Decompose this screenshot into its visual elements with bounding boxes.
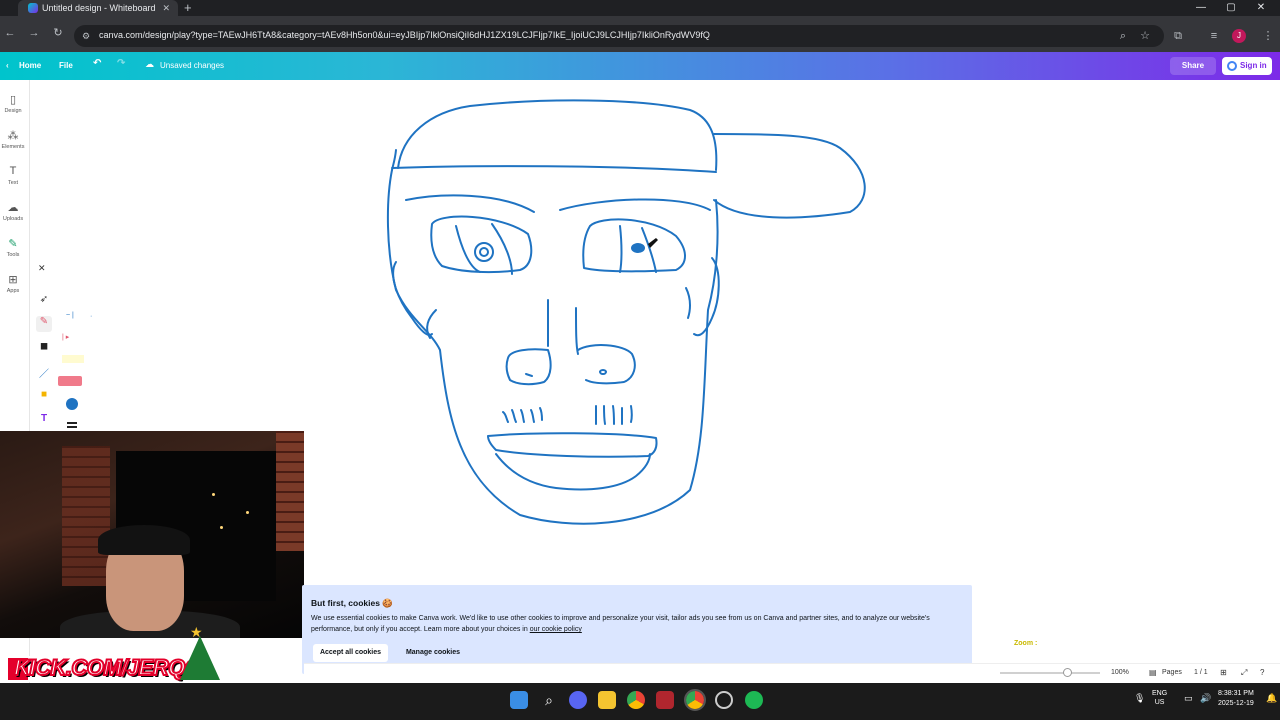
minimize-icon[interactable]: — [1186, 0, 1216, 16]
volume-icon[interactable]: 🔊 [1200, 693, 1211, 704]
kick-overlay-text: KICK.COM/JERQO [13, 654, 203, 681]
maximize-icon[interactable]: ▢ [1216, 0, 1246, 16]
obs-icon[interactable] [715, 691, 733, 709]
help-icon[interactable]: ? [1260, 668, 1264, 677]
notifications-icon[interactable]: 🔔 [1266, 693, 1277, 704]
site-info-icon[interactable]: ⚙ [78, 28, 94, 44]
browser-tab[interactable]: Untitled design - Whiteboard ✕ [18, 0, 178, 16]
sidebar-item-elements[interactable]: ⁂ Elements [0, 129, 26, 150]
chevron-left-icon[interactable]: ‹ [6, 61, 9, 70]
back-icon[interactable]: ← [2, 25, 18, 41]
sidebar-label: Text [7, 180, 19, 186]
accept-cookies-button[interactable]: Accept all cookies [313, 644, 388, 662]
share-button[interactable]: Share [1170, 57, 1216, 75]
close-window-icon[interactable]: ✕ [1246, 0, 1276, 16]
chrome-active-icon[interactable] [684, 689, 706, 711]
zoom-percent[interactable]: 100% [1111, 669, 1129, 676]
voicemod-icon[interactable] [656, 691, 674, 709]
cloud-sync-icon: ☁ [145, 59, 154, 69]
cookie-banner-title: But first, cookies 🍪 [311, 598, 393, 608]
search-icon[interactable]: ⌕ [1115, 28, 1131, 44]
browser-tab-strip [0, 0, 1280, 16]
uploads-icon: ☁ [7, 202, 19, 214]
sidebar-item-tools[interactable]: ✎ Tools [0, 237, 26, 258]
webcam-light [212, 493, 215, 496]
sidebar-label: Design [4, 108, 22, 114]
sidebar-label: Apps [6, 288, 20, 294]
clock-time: 8:38:31 PM [1218, 690, 1254, 697]
taskbar-search-icon[interactable]: ⌕ [540, 691, 558, 709]
webcam-brick-wall-right [276, 431, 304, 551]
reload-icon[interactable]: ↻ [50, 25, 66, 41]
bookmark-star-icon[interactable]: ☆ [1137, 28, 1153, 44]
zoom-widget-label: Zoom : [1014, 640, 1038, 647]
sidebar-item-uploads[interactable]: ☁ Uploads [0, 201, 26, 222]
manage-cookies-button[interactable]: Manage cookies [398, 644, 468, 662]
system-clock[interactable]: 8:38:31 PM 2025-12-19 [1218, 689, 1254, 709]
sidebar-item-design[interactable]: ▯ Design [0, 93, 26, 114]
pages-button[interactable]: Pages [1162, 669, 1182, 676]
region-code: US [1154, 699, 1165, 706]
windows-start-icon[interactable] [510, 691, 528, 709]
discord-icon[interactable] [569, 691, 587, 709]
profile-avatar[interactable]: J [1232, 29, 1246, 43]
webcam-feed [0, 431, 304, 638]
undo-icon[interactable]: ↶ [93, 58, 101, 69]
zoom-widget: Zoom : [1014, 640, 1037, 647]
language-indicator[interactable]: ENG US [1152, 689, 1167, 707]
tools-icon: ✎ [8, 238, 18, 250]
apps-icon: ⊞ [8, 274, 18, 286]
cookie-banner-text: We use essential cookies to make Canva w… [311, 613, 961, 635]
sidebar-item-apps[interactable]: ⊞ Apps [0, 273, 26, 294]
sidebar-label: Uploads [2, 216, 24, 222]
page-count: 1 / 1 [1194, 669, 1208, 676]
sign-in-label: Sign in [1240, 61, 1267, 70]
file-explorer-icon[interactable] [598, 691, 616, 709]
extensions-icon[interactable]: ⧉ [1170, 28, 1186, 44]
sidebar-label: Tools [6, 252, 20, 258]
media-icon[interactable]: ≡ [1206, 28, 1222, 44]
cookie-policy-link[interactable]: our cookie policy [530, 626, 582, 633]
clock-date: 2025-12-19 [1218, 700, 1254, 707]
webcam-light [220, 526, 223, 529]
monitor-icon[interactable]: ▭ [1184, 693, 1193, 704]
canva-favicon-icon [28, 3, 38, 13]
webcam-light [246, 511, 249, 514]
design-icon: ▯ [9, 94, 17, 106]
redo-icon[interactable]: ↷ [117, 58, 125, 69]
google-icon [1227, 61, 1237, 71]
fullscreen-icon[interactable]: ⤢ [1241, 668, 1247, 678]
chrome-icon[interactable] [627, 691, 645, 709]
editor-status-bar [304, 663, 1280, 683]
file-menu-button[interactable]: File [59, 61, 73, 70]
spotify-icon[interactable] [745, 691, 763, 709]
tab-title: Untitled design - Whiteboard [42, 3, 156, 13]
sign-in-button[interactable]: Sign in [1222, 57, 1272, 75]
elements-icon: ⁂ [7, 130, 19, 142]
webcam-brick-wall [62, 446, 110, 586]
microphone-icon[interactable]: 🎙 [1134, 693, 1145, 704]
sidebar-item-text[interactable]: T Text [0, 165, 26, 186]
text-icon: T [9, 165, 17, 177]
zoom-slider-track[interactable] [1000, 672, 1100, 674]
grid-view-icon[interactable]: ⊞ [1220, 668, 1227, 677]
home-button[interactable]: Home [19, 61, 41, 70]
url-text[interactable]: canva.com/design/play?type=TAEwJH6TtA8&c… [99, 30, 1099, 40]
browser-menu-icon[interactable]: ⋮ [1260, 28, 1276, 44]
close-tab-icon[interactable]: ✕ [162, 0, 170, 16]
share-label: Share [1181, 61, 1205, 70]
new-tab-button[interactable]: + [184, 0, 192, 16]
zoom-slider-handle[interactable] [1062, 668, 1072, 677]
pages-icon: ▤ [1149, 668, 1157, 677]
webcam-person-hat [98, 525, 190, 555]
pen-cursor-icon [648, 238, 658, 248]
forward-icon[interactable]: → [26, 25, 42, 41]
christmas-tree-icon [180, 636, 220, 680]
save-status: Unsaved changes [160, 61, 225, 70]
cookie-banner-body: We use essential cookies to make Canva w… [311, 615, 930, 633]
sidebar-label: Elements [1, 144, 25, 150]
language-code: ENG [1152, 690, 1168, 697]
